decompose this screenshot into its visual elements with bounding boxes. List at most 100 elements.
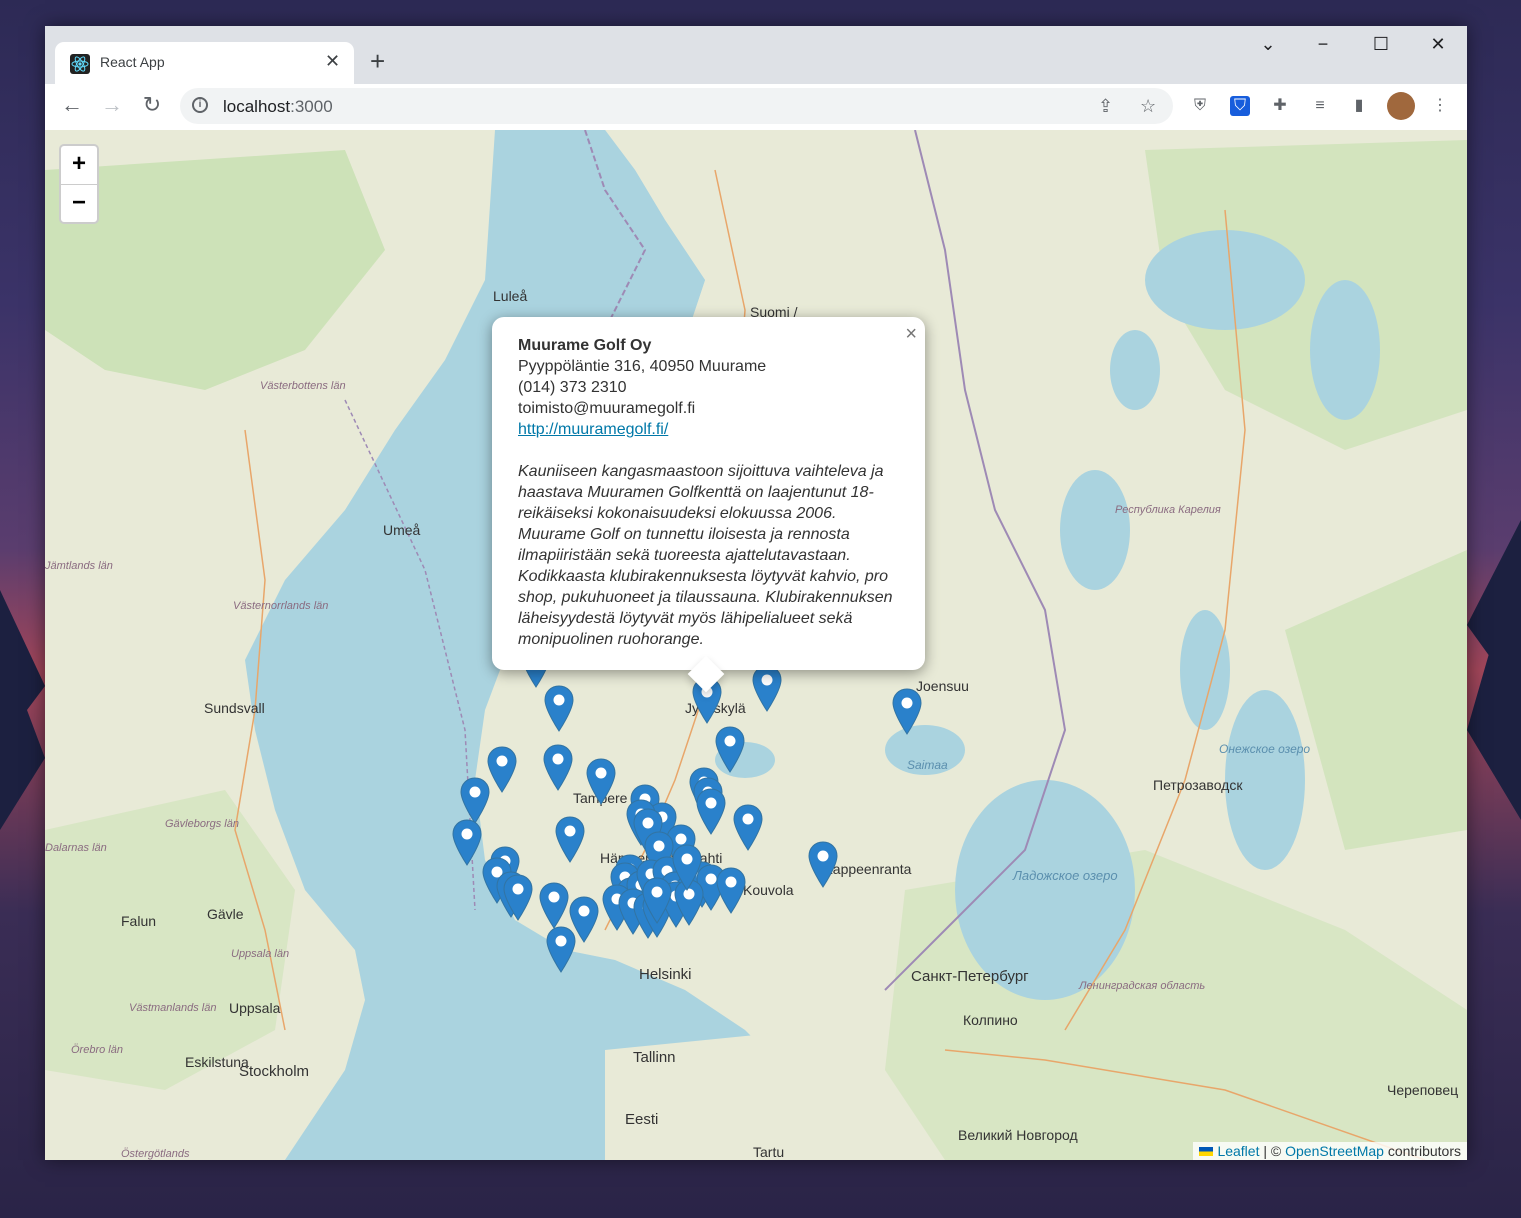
map-attribution: Leaflet | © OpenStreetMap contributors	[1193, 1142, 1467, 1160]
minimize-button[interactable]: −	[1303, 34, 1343, 55]
zoom-in-button[interactable]: +	[61, 146, 97, 185]
map-marker-icon[interactable]	[555, 816, 585, 864]
map-label: Gävle	[207, 906, 244, 922]
marker-popup: × Muurame Golf Oy Pyyppöläntie 316, 4095…	[492, 317, 925, 693]
tab-title: React App	[100, 54, 165, 70]
map-label: Петрозаводск	[1153, 777, 1243, 793]
reload-button[interactable]: ↻	[137, 92, 167, 118]
desktop-tree-right	[1467, 520, 1521, 820]
media-control-icon[interactable]: ≡	[1310, 96, 1330, 116]
map-marker-icon[interactable]	[487, 746, 517, 794]
map-label: Sundsvall	[204, 700, 265, 716]
tab-strip: React App ✕ + ⌄ − ☐ ✕	[45, 26, 1467, 84]
address-bar[interactable]: i localhost:3000 ⇪ ☆	[180, 88, 1173, 124]
tab-react-app[interactable]: React App ✕	[55, 42, 354, 84]
map-label: Kouvola	[743, 882, 794, 898]
map-label: Онежское озеро	[1219, 742, 1311, 756]
osm-link[interactable]: OpenStreetMap	[1285, 1143, 1384, 1159]
zoom-out-button[interactable]: −	[61, 185, 97, 223]
map-marker-icon[interactable]	[752, 665, 782, 713]
map-label: Västmanlands län	[129, 1002, 217, 1014]
map-container[interactable]: Luleå Suomi / Västerbottens län Umeå Рес…	[45, 130, 1467, 1160]
map-label: Luleå	[493, 288, 528, 304]
map-marker-icon[interactable]	[546, 926, 576, 974]
site-info-icon[interactable]: i	[192, 97, 208, 113]
map-label: Великий Новгород	[958, 1127, 1078, 1143]
close-window-button[interactable]: ✕	[1418, 34, 1458, 55]
map-label: Dalarnas län	[45, 842, 107, 854]
map-marker-icon[interactable]	[808, 841, 838, 889]
map-label: Helsinki	[639, 966, 692, 983]
browser-toolbar: ← → ↻ i localhost:3000 ⇪ ☆ ⛨ ⛉ ✚ ≡ ▮ ⋮	[45, 84, 1467, 131]
url-text: localhost:3000	[223, 97, 333, 117]
map-marker-icon[interactable]	[503, 874, 533, 922]
map-label: Falun	[121, 913, 157, 929]
course-address: Pyyppöläntie 316, 40950 Muurame	[518, 358, 767, 375]
map-marker-icon[interactable]	[539, 882, 569, 930]
tab-search-icon[interactable]: ⌄	[1248, 34, 1288, 55]
back-button[interactable]: ←	[57, 92, 87, 118]
url-host: localhost	[223, 97, 291, 116]
browser-window: React App ✕ + ⌄ − ☐ ✕ ← → ↻ i localhost:…	[45, 26, 1467, 1160]
map-label: Ладожское озеро	[1013, 868, 1118, 883]
map-marker-icon[interactable]	[696, 788, 726, 836]
map-marker-icon[interactable]	[672, 844, 702, 892]
bitwarden-icon[interactable]: ⛉	[1230, 96, 1250, 116]
tab-close-icon[interactable]: ✕	[325, 51, 340, 72]
map-label: Jämtlands län	[45, 560, 113, 572]
map-marker-icon[interactable]	[715, 726, 745, 774]
map-label: Örebro län	[71, 1044, 123, 1056]
leaflet-link[interactable]: Leaflet	[1217, 1143, 1259, 1159]
popup-content: Muurame Golf Oy Pyyppöläntie 316, 40950 …	[518, 335, 908, 650]
share-icon[interactable]: ⇪	[1098, 96, 1113, 117]
map-marker-icon[interactable]	[544, 685, 574, 733]
ukraine-flag-icon	[1199, 1147, 1214, 1156]
map-label: Saimaa	[907, 758, 948, 772]
map-label: Республика Карелия	[1115, 504, 1221, 516]
map-label: Gävleborgs län	[165, 818, 239, 830]
course-name: Muurame Golf Oy	[518, 337, 652, 354]
ublock-icon[interactable]: ⛨	[1190, 96, 1210, 116]
url-port: :3000	[290, 97, 333, 116]
map-label: Череповец	[1387, 1082, 1459, 1098]
kebab-menu-icon[interactable]: ⋮	[1430, 96, 1450, 116]
map-label: Östergötlands	[121, 1148, 190, 1160]
map-marker-icon[interactable]	[733, 804, 763, 852]
attribution-separator: | ©	[1259, 1143, 1286, 1159]
new-tab-button[interactable]: +	[370, 46, 385, 76]
map-label: Västernorrlands län	[233, 600, 329, 612]
map-label: Joensuu	[916, 678, 969, 694]
map-marker-icon[interactable]	[460, 777, 490, 825]
map-label: Uppsala län	[231, 948, 290, 960]
map-label: Uppsala	[229, 1000, 281, 1016]
map-label: Санкт-Петербург	[911, 968, 1029, 985]
extensions-puzzle-icon[interactable]: ✚	[1270, 96, 1290, 116]
map-label: Västerbottens län	[260, 380, 346, 392]
map-label: Tartu	[753, 1144, 785, 1160]
map-label: Ленинградская область	[1079, 980, 1206, 992]
map-marker-icon[interactable]	[892, 688, 922, 736]
map-label: Umeå	[383, 522, 421, 538]
map-label: Колпино	[963, 1012, 1018, 1028]
map-label: Eesti	[625, 1111, 659, 1128]
course-email: toimisto@muuramegolf.fi	[518, 400, 696, 417]
course-description: Kauniiseen kangasmaastoon sijoittuva vai…	[518, 463, 893, 648]
bookmark-star-icon[interactable]: ☆	[1140, 96, 1156, 117]
map-label: Stockholm	[239, 1063, 310, 1080]
attribution-contributors: contributors	[1383, 1143, 1461, 1159]
forward-button[interactable]: →	[97, 92, 127, 118]
map-marker-icon[interactable]	[586, 758, 616, 806]
zoom-control: + −	[59, 144, 99, 224]
map-marker-icon[interactable]	[543, 744, 573, 792]
course-website-link[interactable]: http://muuramegolf.fi/	[518, 421, 668, 438]
desktop-tree-left	[0, 590, 45, 830]
map-marker-icon[interactable]	[642, 877, 672, 925]
side-panel-icon[interactable]: ▮	[1349, 96, 1369, 116]
course-phone: (014) 373 2310	[518, 379, 627, 396]
profile-avatar[interactable]	[1387, 92, 1415, 120]
react-icon	[70, 54, 90, 74]
map-marker-icon[interactable]	[452, 819, 482, 867]
map-marker-icon[interactable]	[716, 867, 746, 915]
maximize-button[interactable]: ☐	[1361, 34, 1401, 55]
map-label: Tallinn	[633, 1049, 676, 1066]
